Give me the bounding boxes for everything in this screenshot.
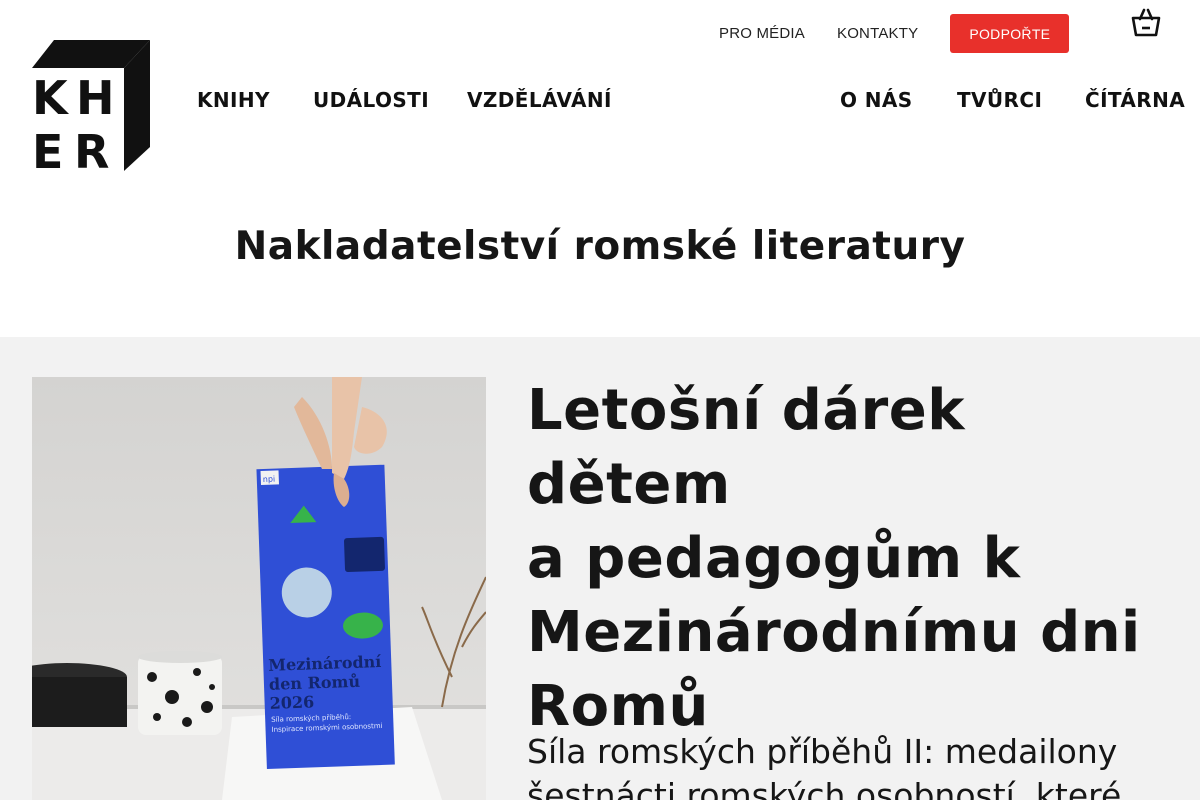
nav-item-education[interactable]: VZDĚLÁVÁNÍ [467, 86, 612, 114]
title-line: a pedagogům k [527, 526, 1021, 591]
booklet-title-line-2: den Romů [269, 671, 361, 694]
nav-item-books[interactable]: KNIHY [197, 86, 270, 114]
booklet-logo: npi [263, 475, 276, 484]
nav-item-about[interactable]: O NÁS [840, 86, 913, 114]
featured-article-image[interactable]: npi Mezinárodní den Romů 2026 Síla romsk… [32, 377, 486, 800]
logo-letter-r: R [74, 125, 109, 171]
media-link[interactable]: PRO MÉDIA [719, 15, 805, 53]
booklet-title-line-1: Mezinárodní [268, 652, 382, 675]
nav-item-events[interactable]: UDÁLOSTI [313, 86, 429, 114]
featured-article-title[interactable]: Letošní dárek dětem a pedagogům k Meziná… [527, 374, 1167, 744]
nav-item-authors[interactable]: TVŮRCI [957, 86, 1042, 114]
shopping-basket-icon[interactable] [1130, 6, 1162, 38]
utility-nav: PRO MÉDIA KONTAKTY PODPOŘTE [700, 14, 1070, 53]
subtitle-line: Síla romských příběhů II: medailony [527, 732, 1118, 771]
subtitle-line: šestnácti romských osobností, které [527, 776, 1122, 800]
booklet-title-line-3: 2026 [269, 692, 314, 713]
site-header: K H E R PRO MÉDIA KONTAKTY PODPOŘTE KNIH… [0, 0, 1200, 337]
nav-item-reading-room[interactable]: ČÍTÁRNA [1085, 86, 1185, 114]
title-line: Mezinárodnímu dni [527, 600, 1141, 665]
featured-article-subtitle: Síla romských příběhů II: medailony šest… [527, 730, 1167, 800]
main-nav: KNIHY UDÁLOSTI VZDĚLÁVÁNÍ O NÁS TVŮRCI Č… [0, 86, 1200, 114]
site-tagline: Nakladatelství romské literatury [234, 224, 966, 269]
title-line: Letošní dárek dětem [527, 378, 966, 517]
support-button[interactable]: PODPOŘTE [950, 14, 1070, 53]
logo-letter-e: E [32, 125, 63, 171]
featured-article: npi Mezinárodní den Romů 2026 Síla romsk… [0, 337, 1200, 800]
contacts-link[interactable]: KONTAKTY [837, 15, 918, 53]
